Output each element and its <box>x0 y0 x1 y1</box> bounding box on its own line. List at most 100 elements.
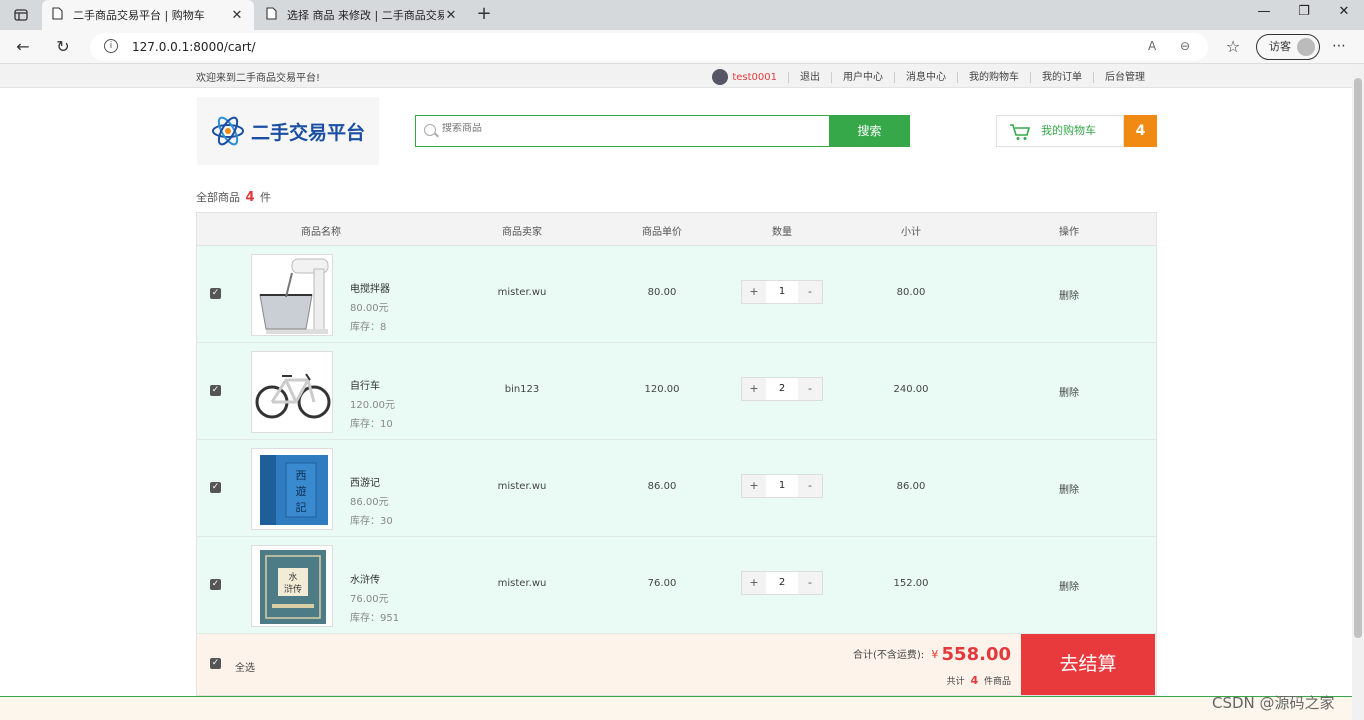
info-icon[interactable]: i <box>104 39 118 53</box>
back-icon[interactable]: ← <box>12 36 34 58</box>
tab-actions-icon[interactable] <box>8 6 34 24</box>
quantity-value[interactable]: 2 <box>766 572 798 594</box>
profile-button[interactable]: 访客 <box>1256 34 1320 60</box>
my-cart-button[interactable]: 我的购物车 <box>996 115 1124 147</box>
username-link[interactable]: test0001 <box>732 72 777 83</box>
cart-count-badge: 4 <box>1124 115 1157 147</box>
product-image-book-shuihuzhuan[interactable]: 水浒传 <box>251 545 333 627</box>
close-tab-icon[interactable]: ✕ <box>230 8 244 23</box>
profile-label: 访客 <box>1269 40 1291 53</box>
search-input[interactable] <box>442 123 812 134</box>
decrease-button[interactable]: - <box>798 572 822 594</box>
atom-icon <box>211 116 244 146</box>
total-amount: 558.00 <box>941 644 1011 665</box>
table-header: 商品名称 商品卖家 商品单价 数量 小计 操作 <box>197 213 1156 246</box>
total-line: 合计(不含运费): ¥ 558.00 <box>853 644 1011 665</box>
quantity-value[interactable]: 1 <box>766 475 798 497</box>
my-cart-link[interactable]: 我的购物车 <box>957 71 1030 83</box>
zoom-icon[interactable]: ⊖ <box>1180 39 1190 53</box>
col-seller: 商品卖家 <box>502 227 542 238</box>
address-bar[interactable]: i 127.0.0.1:8000/cart/ A ⊖ <box>90 33 1208 61</box>
product-name[interactable]: 电搅拌器 <box>350 280 390 295</box>
admin-link[interactable]: 后台管理 <box>1093 71 1156 83</box>
site-logo[interactable]: 二手交易平台 <box>197 97 379 165</box>
col-action: 操作 <box>1059 227 1079 238</box>
close-window-icon[interactable]: ✕ <box>1324 4 1364 24</box>
summary-count: 4 <box>245 190 255 205</box>
col-qty: 数量 <box>772 227 792 238</box>
product-image-bicycle[interactable] <box>251 351 333 433</box>
table-row: ✓ 西遊記 西游记 86.00元 库存：30 mister.wu 86.00 +… <box>197 440 1156 537</box>
row-checkbox[interactable]: ✓ <box>210 288 221 299</box>
increase-button[interactable]: + <box>742 475 766 497</box>
logout-link[interactable]: 退出 <box>788 71 831 83</box>
col-name: 商品名称 <box>301 227 341 238</box>
search-icon <box>424 124 436 136</box>
favorites-icon[interactable]: ☆ <box>1222 36 1244 58</box>
browser-tab-bar: 二手商品交易平台 | 购物车 ✕ 选择 商品 来修改 | 二手商品交易平台 ✕ … <box>0 0 1364 30</box>
site-top-bar: 欢迎来到二手商品交易平台! test0001 退出 用户中心 消息中心 我的购物… <box>0 64 1352 88</box>
minimize-icon[interactable]: — <box>1244 4 1284 24</box>
new-tab-icon[interactable]: + <box>474 4 494 24</box>
cart-label: 我的购物车 <box>1041 124 1096 137</box>
seller: mister.wu <box>497 578 547 589</box>
quantity-value[interactable]: 1 <box>766 281 798 303</box>
quantity-stepper: + 1 - <box>741 474 823 498</box>
tab-title: 二手商品交易平台 | 购物车 <box>73 9 205 22</box>
count-prefix: 共计 <box>946 677 965 687</box>
decrease-button[interactable]: - <box>798 378 822 400</box>
watermark: CSDN @源码之家 <box>1212 694 1335 712</box>
quantity-value[interactable]: 2 <box>766 378 798 400</box>
tab-cart[interactable]: 二手商品交易平台 | 购物车 ✕ <box>42 0 254 30</box>
delete-link[interactable]: 删除 <box>1059 481 1079 496</box>
unit-price: 86.00 <box>647 481 677 492</box>
delete-link[interactable]: 删除 <box>1059 578 1079 593</box>
product-price: 80.00元 <box>350 303 389 314</box>
increase-button[interactable]: + <box>742 378 766 400</box>
more-menu-icon[interactable]: ⋯ <box>1332 38 1346 54</box>
product-stock: 库存：30 <box>350 516 393 527</box>
delete-link[interactable]: 删除 <box>1059 287 1079 302</box>
refresh-icon[interactable]: ↻ <box>52 36 74 58</box>
count-value: 4 <box>970 674 979 687</box>
quantity-stepper: + 2 - <box>741 571 823 595</box>
row-checkbox[interactable]: ✓ <box>210 385 221 396</box>
my-orders-link[interactable]: 我的订单 <box>1030 71 1093 83</box>
product-price: 76.00元 <box>350 594 389 605</box>
tab-admin[interactable]: 选择 商品 来修改 | 二手商品交易平台 ✕ <box>256 0 468 30</box>
user-center-link[interactable]: 用户中心 <box>831 71 894 83</box>
scrollbar-thumb[interactable] <box>1354 78 1362 638</box>
avatar <box>1297 38 1315 56</box>
decrease-button[interactable]: - <box>798 281 822 303</box>
delete-link[interactable]: 删除 <box>1059 384 1079 399</box>
select-all-label[interactable]: 全选 <box>235 659 255 674</box>
row-checkbox[interactable]: ✓ <box>210 482 221 493</box>
product-name[interactable]: 水浒传 <box>350 571 380 586</box>
row-checkbox[interactable]: ✓ <box>210 579 221 590</box>
page-scrollbar[interactable] <box>1352 64 1364 720</box>
select-all-checkbox[interactable]: ✓ <box>210 658 221 669</box>
maximize-icon[interactable]: ❐ <box>1284 4 1324 24</box>
summary-prefix: 全部商品 <box>196 191 240 204</box>
summary-suffix: 件 <box>260 191 272 204</box>
table-row: ✓ 水浒传 水浒传 76.00元 库存：951 mister.wu 76.00 … <box>197 537 1156 634</box>
product-stock: 库存：8 <box>350 322 387 333</box>
svg-text:遊: 遊 <box>296 484 307 498</box>
welcome-text: 欢迎来到二手商品交易平台! <box>196 73 321 84</box>
cart-footer: ✓ 全选 合计(不含运费): ¥ 558.00 共计 4 件商品 去结算 <box>197 634 1156 695</box>
url-text[interactable]: 127.0.0.1:8000/cart/ <box>132 40 256 54</box>
product-image-mixer[interactable] <box>251 254 333 336</box>
total-label: 合计(不含运费): <box>852 650 925 661</box>
message-center-link[interactable]: 消息中心 <box>894 71 957 83</box>
checkout-button[interactable]: 去结算 <box>1021 634 1155 695</box>
bottom-bar <box>0 696 1352 720</box>
search-button[interactable]: 搜索 <box>829 115 910 147</box>
product-name[interactable]: 自行车 <box>350 377 380 392</box>
read-aloud-icon[interactable]: A <box>1148 39 1156 53</box>
increase-button[interactable]: + <box>742 572 766 594</box>
product-name[interactable]: 西游记 <box>350 474 380 489</box>
product-image-book-xiyouji[interactable]: 西遊記 <box>251 448 333 530</box>
close-tab-icon[interactable]: ✕ <box>444 8 458 23</box>
increase-button[interactable]: + <box>742 281 766 303</box>
decrease-button[interactable]: - <box>798 475 822 497</box>
